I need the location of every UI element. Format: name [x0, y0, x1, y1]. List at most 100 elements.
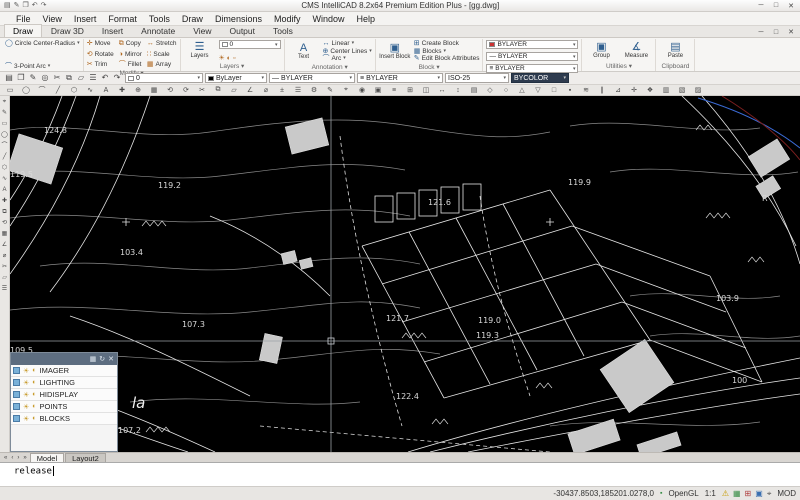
toolbar-icon[interactable]: ◎	[39, 73, 51, 83]
layer-row[interactable]: ☀◐LIGHTING	[11, 377, 117, 389]
ribbon-tab-insert[interactable]: Insert	[93, 24, 132, 37]
layout-tab-model[interactable]: Model	[30, 453, 64, 462]
status-toggle-icon[interactable]: ▦	[733, 489, 741, 499]
menu-modify[interactable]: Modify	[268, 14, 307, 24]
strip-icon[interactable]: ╱	[50, 86, 66, 94]
strip-icon[interactable]: ⊿	[610, 86, 626, 94]
layer-row[interactable]: ☀◐HIDISPLAY	[11, 389, 117, 401]
scale-button[interactable]: ∷Scale	[147, 51, 177, 59]
left-toolbar-icon[interactable]: ⧉	[2, 208, 6, 217]
strip-icon[interactable]: ⌀	[258, 86, 274, 94]
strip-icon[interactable]: ▪	[562, 87, 578, 94]
strip-icon[interactable]: ▤	[466, 86, 482, 94]
drawing-canvas[interactable]: 124.8119.5119.2121.6119.9103.4107.3121.7…	[10, 96, 800, 452]
color-combo[interactable]: ByLayer▾	[205, 73, 267, 83]
strip-icon[interactable]: ⌒	[34, 85, 50, 95]
strip-icon[interactable]: ✂	[194, 86, 210, 94]
toolbar-icon[interactable]: ▱	[75, 73, 87, 83]
ribbon-tab-draw[interactable]: Draw	[4, 24, 42, 37]
strip-icon[interactable]: ○	[498, 87, 514, 94]
strip-icon[interactable]: ▧	[674, 86, 690, 94]
strip-icon[interactable]: ↕	[450, 87, 466, 94]
layers-button[interactable]: ☰ Layers	[184, 39, 216, 63]
layer-freeze-icon[interactable]: ◐	[32, 391, 36, 398]
group-button[interactable]: ▣ Group	[585, 39, 617, 63]
left-toolbar-icon[interactable]: ✂	[2, 263, 7, 272]
left-toolbar-icon[interactable]: A	[2, 186, 6, 195]
stretch-button[interactable]: ↔Stretch	[147, 40, 177, 48]
layer-row[interactable]: ☀◐BLOCKS	[11, 413, 117, 425]
text-button[interactable]: A Text	[288, 39, 320, 64]
layer-on-icon[interactable]: ☀	[219, 55, 225, 63]
linear-dimension-button[interactable]: ↔Linear▾	[323, 40, 372, 48]
ribbon-tab-draw-3d[interactable]: Draw 3D	[42, 24, 93, 37]
circle-center-radius-button[interactable]: ◯ Circle Center-Radius ▾	[5, 40, 80, 48]
left-toolbar-icon[interactable]: ∿	[2, 175, 7, 184]
linetype-property-combo[interactable]: —BYLAYER▾	[486, 52, 578, 61]
quick-access-icon[interactable]: ▤	[4, 1, 11, 11]
strip-icon[interactable]: A	[98, 87, 114, 94]
strip-icon[interactable]: ≋	[578, 86, 594, 94]
window-control-icon[interactable]: □	[769, 1, 783, 11]
strip-icon[interactable]: □	[546, 87, 562, 94]
move-button[interactable]: ✛Move	[87, 40, 114, 48]
strip-icon[interactable]: ∿	[82, 86, 98, 94]
left-toolbar-icon[interactable]: ☰	[2, 285, 7, 294]
strip-icon[interactable]: ⬡	[66, 86, 82, 94]
panel-header-icon[interactable]: ▦	[90, 355, 97, 363]
strip-icon[interactable]: ▣	[370, 86, 386, 94]
menu-tools[interactable]: Tools	[143, 14, 176, 24]
strip-icon[interactable]: ≡	[386, 87, 402, 94]
strip-icon[interactable]: ✛	[626, 86, 642, 94]
strip-icon[interactable]: ✚	[114, 86, 130, 94]
menu-insert[interactable]: Insert	[68, 14, 103, 24]
layer-color-icon[interactable]	[13, 415, 20, 422]
renderer-label[interactable]: OpenGL	[668, 489, 698, 498]
strip-icon[interactable]: ⊞	[402, 86, 418, 94]
strip-icon[interactable]: ◉	[354, 86, 370, 94]
rotate-button[interactable]: ⟲Rotate	[87, 51, 114, 59]
three-point-arc-button[interactable]: ⌒ 3-Point Arc ▾	[5, 63, 80, 71]
toolbar-icon[interactable]: ↷	[111, 73, 123, 83]
status-toggle-icon[interactable]: ▣	[755, 489, 763, 499]
scale-indicator[interactable]: 1:1	[705, 489, 716, 498]
doc-window-control-icon[interactable]: □	[769, 27, 783, 37]
left-toolbar-icon[interactable]: ⌀	[3, 252, 7, 261]
array-button[interactable]: ▦Array	[147, 61, 177, 69]
strip-icon[interactable]: ▨	[690, 86, 706, 94]
layer-color-icon[interactable]	[13, 391, 20, 398]
paste-button[interactable]: ▤ Paste	[659, 39, 691, 63]
strip-icon[interactable]: ▱	[226, 86, 242, 94]
block-group-caption[interactable]: Block ▾	[379, 64, 480, 72]
strip-icon[interactable]: ⚙	[306, 86, 322, 94]
layer-freeze-icon[interactable]: ◐	[32, 367, 36, 374]
layer-panel[interactable]: ▦↻✕ ☀◐IMAGER☀◐LIGHTING☀◐HIDISPLAY☀◐POINT…	[10, 352, 118, 452]
layer-row[interactable]: ☀◐POINTS	[11, 401, 117, 413]
linetype-combo[interactable]: —BYLAYER▾	[269, 73, 355, 83]
layer-color-icon[interactable]	[13, 379, 20, 386]
left-toolbar-icon[interactable]: ▭	[2, 120, 8, 129]
quick-access-icon[interactable]: ↶	[32, 1, 38, 11]
left-toolbar-icon[interactable]: ⌖	[3, 98, 6, 107]
layout-nav-icon[interactable]: «	[2, 455, 9, 461]
copy-button[interactable]: ⧉Copy	[119, 40, 142, 48]
left-toolbar-icon[interactable]: ⬡	[2, 164, 7, 173]
layer-freeze-icon[interactable]: ◐	[32, 403, 36, 410]
left-toolbar-icon[interactable]: ✎	[2, 109, 7, 118]
layout-tab-layout2[interactable]: Layout2	[65, 453, 106, 462]
toolbar-icon[interactable]: ☰	[87, 73, 99, 83]
layer-on-icon[interactable]: ☀	[23, 367, 29, 375]
doc-window-control-icon[interactable]: ✕	[784, 27, 798, 37]
toolbar-icon[interactable]: ✎	[27, 73, 39, 83]
status-toggle-icon[interactable]: ⌖	[767, 489, 772, 499]
layer-freeze-icon[interactable]: ◐	[32, 415, 36, 422]
left-toolbar-icon[interactable]: ╱	[3, 153, 7, 162]
quick-access-icon[interactable]: ✎	[14, 1, 20, 11]
strip-icon[interactable]: ◯	[18, 86, 34, 94]
left-toolbar-icon[interactable]: ⟲	[2, 219, 7, 228]
strip-icon[interactable]: ∠	[242, 86, 258, 94]
center-lines-button[interactable]: ⊕Center Lines▾	[323, 48, 372, 56]
layer-on-icon[interactable]: ☀	[23, 415, 29, 423]
layer-on-icon[interactable]: ☀	[23, 379, 29, 387]
strip-icon[interactable]: ❖	[642, 86, 658, 94]
